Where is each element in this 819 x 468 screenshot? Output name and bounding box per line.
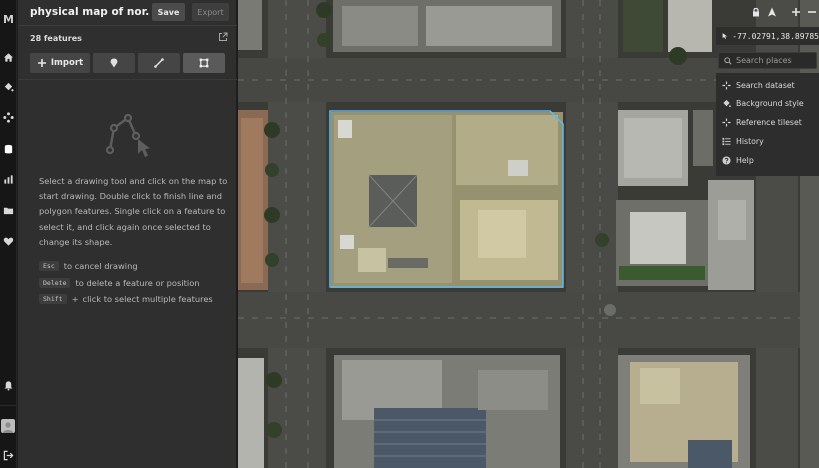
- shortcut-shift-text: click to select multiple features: [82, 293, 213, 304]
- shortcut-delete: Delete to delete a feature or position: [39, 276, 200, 289]
- menu-reference-tileset-label: Reference tileset: [736, 117, 802, 127]
- feature-count: 28 features: [30, 33, 82, 43]
- tileset-icon: [722, 117, 731, 127]
- cursor-icon: [722, 33, 728, 39]
- menu-search-dataset-label: Search dataset: [736, 80, 795, 90]
- home-icon[interactable]: [0, 48, 17, 66]
- draw-line-button[interactable]: [138, 53, 180, 73]
- menu-history-label: History: [736, 136, 764, 146]
- heart-icon[interactable]: [0, 232, 17, 250]
- dataset-title[interactable]: physical map of nor...: [30, 6, 150, 18]
- lock-icon[interactable]: [749, 3, 762, 20]
- sign-out-icon[interactable]: [0, 446, 17, 464]
- key-esc: Esc: [39, 260, 59, 271]
- polygon-icon: [199, 58, 209, 68]
- menu-background-style-label: Background style: [736, 98, 804, 108]
- shortcut-plus: +: [71, 293, 79, 304]
- draw-toolbar: Import: [30, 53, 229, 73]
- user-avatar[interactable]: [1, 419, 15, 433]
- database-icon[interactable]: [0, 140, 17, 158]
- zoom-in-button[interactable]: [789, 3, 803, 20]
- plus-icon: [37, 59, 46, 67]
- icon-rail: M: [0, 0, 17, 468]
- search-icon: [724, 56, 732, 65]
- map-canvas[interactable]: [238, 0, 819, 468]
- editor-panel: physical map of nor... Save Export 28 fe…: [18, 0, 237, 468]
- paint-bucket-icon: [723, 99, 731, 107]
- key-shift: Shift: [39, 293, 67, 304]
- menu-history[interactable]: History: [716, 132, 819, 150]
- zoom-out-icon: [808, 10, 816, 13]
- components-icon[interactable]: [0, 108, 17, 126]
- menu-help[interactable]: Help: [716, 151, 819, 169]
- editor-app: M physical map of nor... Save Export 28 …: [0, 0, 819, 468]
- compass-north-icon[interactable]: [765, 3, 778, 20]
- stats-icon[interactable]: [0, 170, 17, 188]
- help-icon: [722, 155, 731, 165]
- zoom-out-button[interactable]: [805, 3, 819, 20]
- menu-search-dataset[interactable]: Search dataset: [716, 76, 819, 94]
- map-tools-menu: Search dataset Background style Referenc…: [716, 73, 819, 176]
- open-external-icon[interactable]: [218, 32, 228, 42]
- history-icon: [722, 137, 731, 145]
- save-button[interactable]: Save: [152, 3, 185, 21]
- marker-icon: [110, 58, 118, 68]
- toolbar-divider: [18, 79, 237, 80]
- coordinates-text: -77.02791,38.89785: [732, 31, 819, 41]
- shortcut-shift: Shift + click to select multiple feature…: [39, 292, 213, 305]
- import-button[interactable]: Import: [30, 53, 90, 73]
- header-divider: [18, 25, 237, 26]
- draw-point-button[interactable]: [93, 53, 135, 73]
- zoom-in-icon: [792, 7, 800, 16]
- folder-icon[interactable]: [0, 201, 17, 219]
- shortcut-esc-text: to cancel drawing: [63, 260, 138, 271]
- menu-background-style[interactable]: Background style: [716, 94, 819, 112]
- paint-bucket-icon[interactable]: [0, 78, 17, 96]
- shortcut-esc: Esc to cancel drawing: [39, 259, 138, 272]
- menu-reference-tileset[interactable]: Reference tileset: [716, 113, 819, 131]
- key-delete: Delete: [39, 277, 71, 288]
- drawing-instructions: Select a drawing tool and click on the m…: [39, 176, 228, 247]
- import-label: Import: [50, 58, 84, 68]
- menu-help-label: Help: [736, 155, 754, 165]
- cursor-coordinates: -77.02791,38.89785: [716, 27, 819, 45]
- search-dataset-icon: [722, 80, 731, 90]
- feature-count-row: 28 features: [30, 31, 228, 45]
- search-places-box[interactable]: [718, 52, 817, 69]
- drawing-illustration-icon: [105, 113, 150, 157]
- draw-polygon-button[interactable]: [183, 53, 225, 73]
- line-icon: [154, 58, 164, 68]
- shortcut-delete-text: to delete a feature or position: [75, 277, 200, 288]
- notifications-bell-icon[interactable]: [0, 376, 17, 394]
- satellite-imagery: [238, 0, 819, 468]
- rail-divider: [0, 405, 17, 406]
- export-button[interactable]: Export: [192, 3, 229, 21]
- search-places-input[interactable]: [736, 56, 816, 65]
- app-logo[interactable]: M: [0, 10, 17, 28]
